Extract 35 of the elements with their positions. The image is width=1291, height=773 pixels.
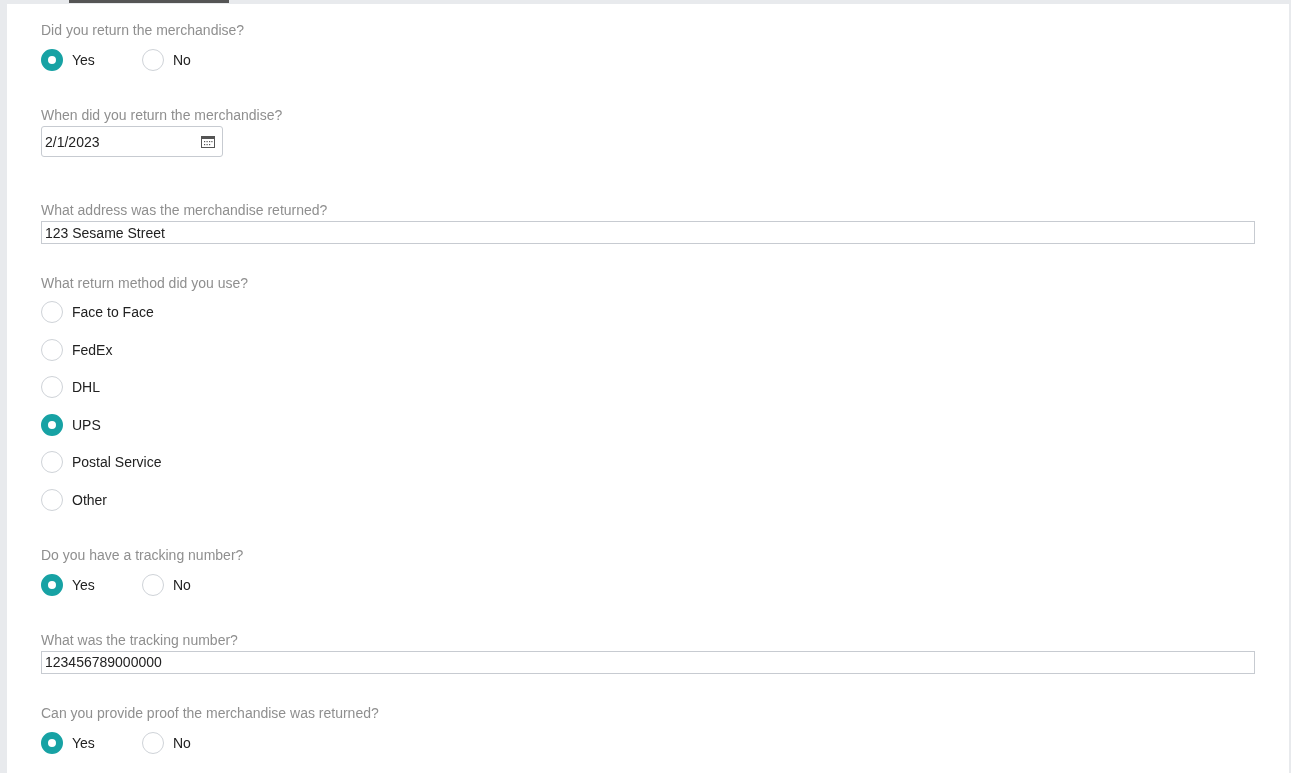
- question-label: Did you return the merchandise?: [41, 21, 246, 39]
- radio-button[interactable]: [142, 573, 164, 596]
- input-field[interactable]: 123456789000000: [41, 650, 1255, 674]
- question-label: What was the tracking number?: [41, 630, 239, 649]
- radio-button[interactable]: [41, 376, 63, 398]
- option-label[interactable]: FedEx: [72, 341, 113, 358]
- option-label[interactable]: Face to Face: [72, 304, 154, 320]
- radio-button[interactable]: [41, 451, 63, 473]
- radio-button[interactable]: [41, 49, 63, 71]
- calendar-icon[interactable]: [201, 135, 215, 148]
- option-label[interactable]: Other: [72, 491, 107, 508]
- option-label[interactable]: UPS: [72, 416, 101, 433]
- radio-button[interactable]: [41, 731, 63, 754]
- option-label[interactable]: Yes: [72, 52, 95, 68]
- option-label[interactable]: Postal Service: [72, 454, 162, 470]
- option-label[interactable]: No: [173, 576, 191, 593]
- option-label[interactable]: Yes: [72, 576, 95, 593]
- input-field[interactable]: 123 Sesame Street: [41, 221, 1255, 244]
- date-field[interactable]: 2/1/2023: [41, 126, 223, 157]
- option-label[interactable]: No: [173, 734, 191, 751]
- option-label[interactable]: No: [173, 52, 191, 68]
- radio-button[interactable]: [142, 49, 164, 71]
- radio-button[interactable]: [41, 488, 63, 511]
- radio-button[interactable]: [41, 338, 63, 361]
- radio-button[interactable]: [41, 573, 63, 596]
- option-label[interactable]: DHL: [72, 379, 100, 395]
- radio-button[interactable]: [41, 413, 63, 436]
- question-label: Can you provide proof the merchandise was returned?: [41, 703, 380, 722]
- question-label: What address was the merchandise returned?: [41, 201, 329, 219]
- question-label: When did you return the merchandise?: [41, 106, 284, 124]
- question-label: Do you have a tracking number?: [41, 545, 245, 564]
- question-label: What return method did you use?: [41, 274, 249, 292]
- radio-button[interactable]: [142, 731, 164, 754]
- radio-button[interactable]: [41, 301, 63, 323]
- option-label[interactable]: Yes: [72, 734, 95, 751]
